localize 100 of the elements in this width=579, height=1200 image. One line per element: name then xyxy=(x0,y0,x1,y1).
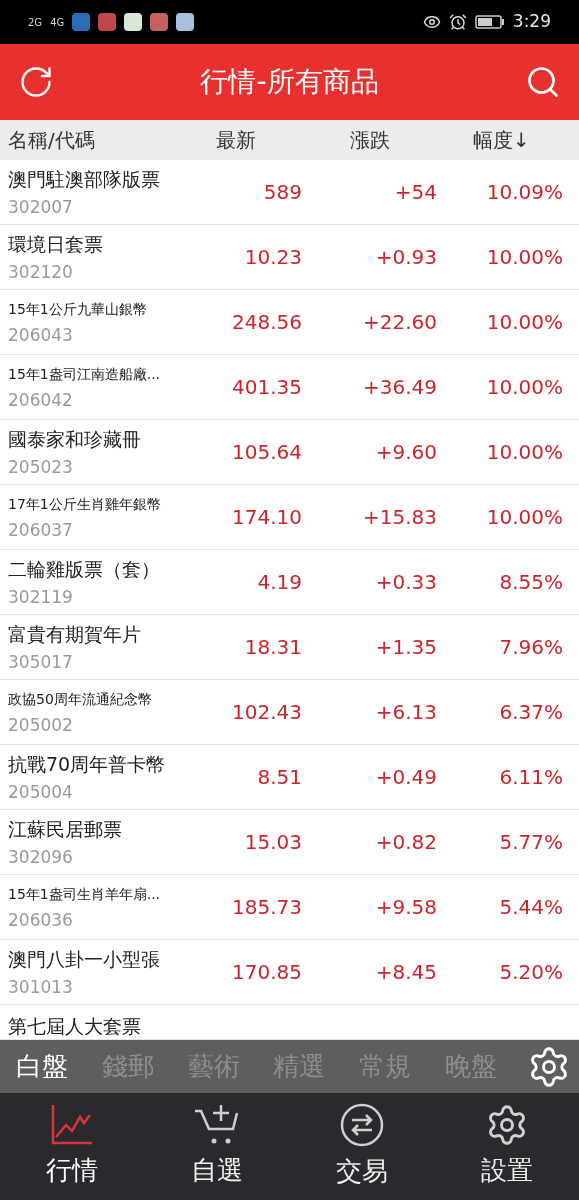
price-change: +9.58 xyxy=(375,895,437,919)
change-percent: 7.96% xyxy=(499,635,563,659)
column-header: 漲跌 xyxy=(350,128,390,152)
item-name: 15年1盎司江南造船廠... xyxy=(8,365,162,384)
column-header: 最新 xyxy=(216,128,256,152)
change-percent: 10.09% xyxy=(486,180,563,204)
latest-price: 18.31 xyxy=(244,635,302,659)
change-percent: 5.77% xyxy=(499,830,563,854)
price-change: +0.82 xyxy=(375,830,437,854)
price-change: +15.83 xyxy=(363,505,437,529)
price-change: +1.35 xyxy=(375,635,437,659)
latest-price: 15.03 xyxy=(244,830,302,854)
latest-price: 174.10 xyxy=(232,505,302,529)
price-change: +0.33 xyxy=(375,570,437,594)
item-name: 澳門駐澳部隊版票 xyxy=(8,167,161,192)
item-code: 301013 xyxy=(8,976,74,998)
table-row[interactable]: 15年1盎司江南造船廠... 206042 401.35 +36.49 10.00% xyxy=(0,355,579,420)
signal-label: 2G xyxy=(28,15,43,30)
price-change: +36.49 xyxy=(363,375,437,399)
item-name: 富貴有期賀年片 xyxy=(8,622,142,647)
table-row[interactable]: 富貴有期賀年片 305017 18.31 +1.35 7.96% xyxy=(0,615,579,680)
item-code: 305017 xyxy=(8,651,74,673)
latest-price: 105.64 xyxy=(232,440,302,464)
item-code: 206043 xyxy=(8,324,74,346)
item-code: 302120 xyxy=(8,261,74,283)
table-row[interactable]: 15年1公斤九華山銀幣 206043 248.56 +22.60 10.00% xyxy=(0,290,579,355)
item-name: 15年1盎司生肖羊年扇... xyxy=(8,885,162,904)
item-name: 環境日套票 xyxy=(8,232,104,257)
latest-price: 170.85 xyxy=(232,960,302,984)
app-notification-icon xyxy=(72,13,91,31)
latest-price: 589 xyxy=(263,180,302,204)
item-name: 國泰家和珍藏冊 xyxy=(8,427,142,452)
app-notification-icon xyxy=(124,13,143,31)
item-code: 302096 xyxy=(8,846,74,868)
latest-price: 185.73 xyxy=(232,895,302,919)
item-code: 205004 xyxy=(8,781,74,803)
change-percent: 10.00% xyxy=(486,310,563,334)
change-percent: 10.00% xyxy=(486,505,563,529)
change-percent: 10.00% xyxy=(486,245,563,269)
nav-tab[interactable]: 自選 xyxy=(144,1093,290,1200)
app-notification-icon xyxy=(176,13,195,31)
item-code: 302119 xyxy=(8,586,74,608)
nav-tab[interactable]: 行情 xyxy=(0,1093,145,1200)
latest-price: 10.23 xyxy=(244,245,302,269)
item-code: 206036 xyxy=(8,909,74,931)
item-name: 第七屆人大套票 xyxy=(8,1014,142,1039)
table-row[interactable]: 抗戰70周年普卡幣 205004 8.51 +0.49 6.11% xyxy=(0,745,579,810)
item-name: 17年1公斤生肖雞年銀幣 xyxy=(8,495,162,514)
item-code: 205023 xyxy=(8,456,74,478)
nav-tab[interactable]: 交易 xyxy=(289,1093,435,1200)
table-row[interactable]: 澳門八卦一小型張 301013 170.85 +8.45 5.20% xyxy=(0,940,579,1005)
latest-price: 102.43 xyxy=(232,700,302,724)
latest-price: 4.19 xyxy=(257,570,302,594)
app-notification-icon xyxy=(98,13,117,31)
page-title: 行情-所有商品 xyxy=(200,64,379,100)
app-notification-icon xyxy=(150,13,169,31)
battery-icon xyxy=(474,15,505,29)
item-code: 206037 xyxy=(8,519,74,541)
column-header[interactable]: 幅度↓ xyxy=(473,128,530,152)
change-percent: 6.37% xyxy=(499,700,563,724)
table-row[interactable]: 江蘇民居郵票 302096 15.03 +0.82 5.77% xyxy=(0,810,579,875)
price-change: +9.60 xyxy=(375,440,437,464)
item-code: 206042 xyxy=(8,389,74,411)
exchange-arrows-icon xyxy=(338,1102,385,1148)
column-header: 名稱/代碼 xyxy=(8,128,95,152)
item-name: 澳門八卦一小型張 xyxy=(8,947,161,972)
table-row[interactable]: 二輪雞版票（套） 302119 4.19 +0.33 8.55% xyxy=(0,550,579,615)
item-code: 302007 xyxy=(8,196,74,218)
change-percent: 5.44% xyxy=(499,895,563,919)
category-tab[interactable]: 白盤 xyxy=(12,1047,72,1086)
signal-label: 4G xyxy=(50,15,65,30)
table-row[interactable]: 15年1盎司生肖羊年扇... 206036 185.73 +9.58 5.44% xyxy=(0,875,579,940)
latest-price: 401.35 xyxy=(232,375,302,399)
price-change: +8.45 xyxy=(375,960,437,984)
alarm-icon xyxy=(448,13,467,31)
price-change: +0.49 xyxy=(375,765,437,789)
table-row[interactable]: 環境日套票 302120 10.23 +0.93 10.00% xyxy=(0,225,579,290)
price-change: +6.13 xyxy=(375,700,437,724)
table-row[interactable]: 17年1公斤生肖雞年銀幣 206037 174.10 +15.83 10.00% xyxy=(0,485,579,550)
item-name: 抗戰70周年普卡幣 xyxy=(8,752,167,777)
change-percent: 5.20% xyxy=(499,960,563,984)
change-percent: 8.55% xyxy=(499,570,563,594)
item-name: 15年1公斤九華山銀幣 xyxy=(8,300,148,319)
table-row[interactable]: 國泰家和珍藏冊 205023 105.64 +9.60 10.00% xyxy=(0,420,579,485)
latest-price: 8.51 xyxy=(257,765,302,789)
line-chart-icon xyxy=(50,1103,95,1147)
item-name: 政協50周年流通紀念幣 xyxy=(8,690,153,709)
price-change: +22.60 xyxy=(363,310,437,334)
item-name: 二輪雞版票（套） xyxy=(8,557,161,582)
eye-icon xyxy=(422,13,441,31)
price-change: +0.93 xyxy=(375,245,437,269)
price-change: +54 xyxy=(394,180,437,204)
change-percent: 10.00% xyxy=(486,440,563,464)
clock-time: 3:29 xyxy=(512,10,551,34)
nav-tab[interactable]: 設置 xyxy=(434,1093,579,1200)
latest-price: 248.56 xyxy=(232,310,302,334)
table-row[interactable]: 政協50周年流通紀念幣 205002 102.43 +6.13 6.37% xyxy=(0,680,579,745)
table-row[interactable]: 澳門駐澳部隊版票 302007 589 +54 10.09% xyxy=(0,160,579,225)
item-code: 205002 xyxy=(8,714,74,736)
change-percent: 6.11% xyxy=(499,765,563,789)
